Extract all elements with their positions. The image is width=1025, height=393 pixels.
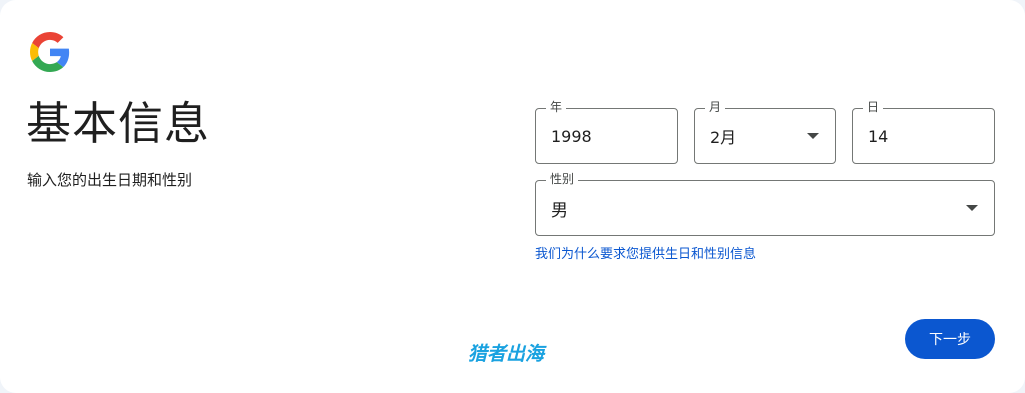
gender-value[interactable]: 男	[551, 181, 568, 235]
watermark: 猎者出海	[468, 343, 545, 365]
page-title: 基本信息	[26, 97, 211, 150]
month-value[interactable]: 2月	[710, 109, 736, 163]
month-select[interactable]: 月 2月	[694, 99, 836, 164]
signup-card: 基本信息 输入您的出生日期和性别 年 1998 月 2月 日 14 性别 男 我…	[0, 0, 1025, 393]
dropdown-arrow-icon[interactable]	[807, 133, 819, 139]
dropdown-arrow-icon[interactable]	[966, 205, 978, 211]
day-value[interactable]: 14	[868, 109, 888, 163]
page-subtitle: 输入您的出生日期和性别	[27, 171, 193, 189]
day-input[interactable]: 日 14	[852, 99, 995, 164]
next-button[interactable]: 下一步	[905, 319, 995, 359]
year-value[interactable]: 1998	[551, 109, 592, 163]
why-birthday-gender-link[interactable]: 我们为什么要求您提供生日和性别信息	[535, 246, 756, 264]
year-input[interactable]: 年 1998	[535, 99, 678, 164]
google-logo-icon	[30, 32, 70, 72]
gender-select[interactable]: 性别 男	[535, 171, 995, 236]
